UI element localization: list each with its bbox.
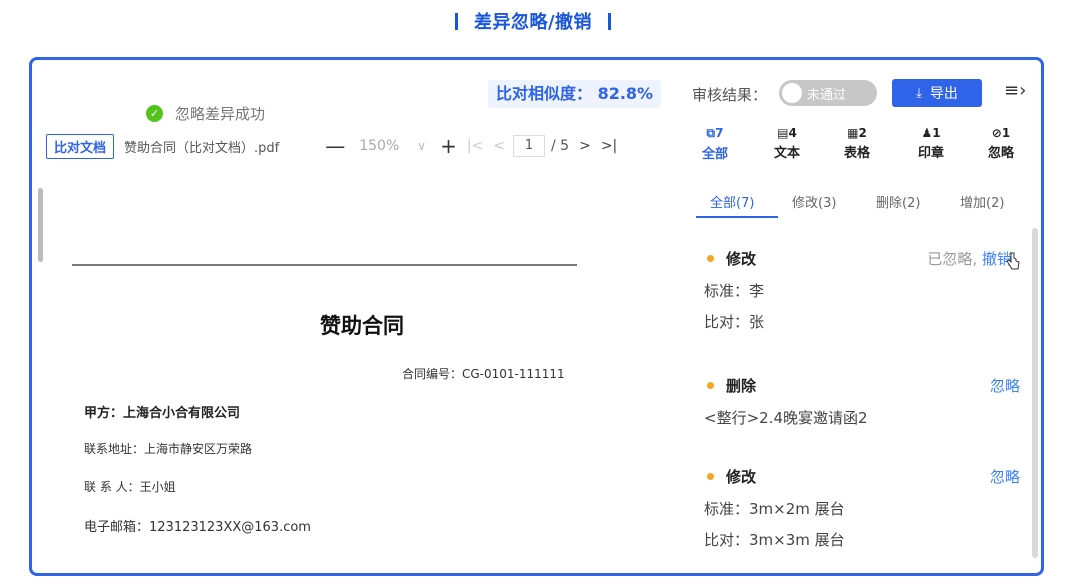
zoom-level[interactable]: 150%	[359, 138, 399, 154]
contract-number: 合同编号：CG-0101-111111	[402, 367, 565, 381]
heading-text: 差异忽略/撤销	[473, 12, 593, 33]
tab-add[interactable]: 增加(2)	[960, 192, 1004, 211]
document-filename: 赞助合同（比对文档）.pdf	[124, 140, 280, 156]
stat-count: 1	[1001, 126, 1011, 140]
stat-text[interactable]: ▤4 文本	[774, 126, 800, 161]
stat-label: 忽略	[988, 146, 1015, 161]
stamp-icon: ♟	[921, 126, 933, 140]
ignore-button[interactable]: 忽略	[990, 375, 1020, 396]
page-number-input[interactable]: 1	[513, 135, 546, 157]
stat-stamp[interactable]: ♟1 印章	[918, 126, 944, 161]
tab-delete[interactable]: 删除(2)	[876, 192, 920, 211]
diff-line: <整行>2.4晚宴邀请函2	[704, 409, 868, 427]
diff-line: 比对：3m×3m 展台	[704, 531, 845, 549]
export-button[interactable]: ⤓ 导出	[892, 79, 982, 107]
contact-address: 联系地址：上海市静安区万荣路	[84, 442, 253, 456]
stat-label: 表格	[844, 146, 871, 161]
diff-line: 标准：3m×2m 展台	[704, 500, 845, 518]
stat-table[interactable]: ▦2 表格	[844, 126, 870, 161]
stat-count: 7	[715, 126, 724, 140]
review-toggle[interactable]: 未通过	[779, 80, 877, 106]
document-toolbar: 比对文档 赞助合同（比对文档）.pdf — 150% ∨ + |< < 1 / …	[46, 133, 686, 159]
stats-bar: ⧉7 全部 ▤4 文本 ▦2 表格 ♟1 印章 ⊘1 忽略	[696, 126, 1036, 170]
diff-tabs: 全部(7) 修改(3) 删除(2) 增加(2)	[692, 184, 1022, 218]
ignore-button[interactable]: 忽略	[990, 466, 1020, 487]
prev-page-button[interactable]: <	[493, 138, 505, 154]
party-a: 甲方：上海合小合有限公司	[84, 406, 241, 421]
ignore-icon: ⊘	[991, 126, 1002, 140]
contact-person: 联 系 人：王小姐	[84, 480, 176, 494]
diff-type: 删除	[726, 377, 757, 395]
last-page-button[interactable]: >|	[601, 138, 617, 154]
status-dot	[707, 473, 714, 480]
diff-type: 修改	[726, 468, 757, 486]
text-icon: ▤	[777, 126, 789, 140]
diff-line: 标准：李	[704, 282, 765, 300]
diff-line: 比对：张	[704, 313, 765, 331]
collapse-menu-icon[interactable]: ≡›	[1004, 80, 1026, 101]
stat-ignore[interactable]: ⊘1 忽略	[988, 126, 1014, 161]
diff-type: 修改	[726, 250, 757, 268]
page-total: / 5	[551, 138, 570, 154]
success-toast: ✓ 忽略差异成功	[146, 103, 265, 124]
download-icon: ⤓	[916, 85, 922, 101]
next-page-button[interactable]: >	[579, 138, 591, 154]
page-heading: 差异忽略/撤销	[0, 8, 1066, 34]
stat-label: 全部	[702, 147, 729, 162]
document-divider	[72, 264, 577, 266]
active-tab-indicator	[696, 216, 778, 218]
table-icon: ▦	[847, 126, 859, 140]
zoom-in-button[interactable]: +	[440, 134, 457, 158]
similarity-badge: 比对相似度： 82.8%	[488, 80, 662, 108]
toggle-knob	[782, 83, 802, 103]
status-dot	[707, 255, 714, 262]
toggle-text: 未通过	[807, 88, 847, 103]
document-scrollbar[interactable]	[38, 188, 43, 262]
zoom-dropdown-icon[interactable]: ∨	[417, 139, 426, 153]
tab-modify[interactable]: 修改(3)	[792, 192, 836, 211]
app-window: ✓ 忽略差异成功 比对文档 赞助合同（比对文档）.pdf — 150% ∨ + …	[29, 57, 1044, 576]
diff-item: 删除 忽略 <整行>2.4晚宴邀请函2	[704, 373, 1022, 428]
heading-bar-left	[454, 13, 458, 30]
diff-list-scrollbar[interactable]	[1032, 228, 1038, 558]
stat-count: 4	[788, 126, 797, 140]
review-label: 审核结果：	[692, 86, 768, 104]
diff-status: 已忽略,	[927, 250, 978, 268]
stat-label: 印章	[918, 146, 945, 161]
zoom-out-button[interactable]: —	[325, 134, 345, 158]
toast-text: 忽略差异成功	[175, 105, 266, 123]
heading-bar-right	[608, 13, 612, 30]
stat-all[interactable]: ⧉7 全部	[702, 126, 728, 162]
document-title: 赞助合同	[320, 314, 404, 338]
check-circle-icon: ✓	[146, 105, 163, 122]
document-tag: 比对文档	[46, 133, 115, 159]
contact-email: 电子邮箱：123123123XX@163.com	[84, 520, 311, 535]
export-label: 导出	[929, 86, 958, 102]
hand-cursor-icon	[1006, 252, 1020, 270]
stat-count: 2	[858, 126, 867, 140]
stat-count: 1	[932, 126, 941, 140]
diff-item: 修改 已忽略, 撤销 标准：李 比对：张	[704, 246, 1022, 332]
diff-icon: ⧉	[706, 126, 716, 140]
stat-label: 文本	[774, 146, 801, 161]
status-dot	[707, 382, 714, 389]
tab-all[interactable]: 全部(7)	[710, 192, 754, 211]
diff-item: 修改 忽略 标准：3m×2m 展台 比对：3m×3m 展台	[704, 464, 1022, 550]
first-page-button[interactable]: |<	[467, 138, 483, 154]
